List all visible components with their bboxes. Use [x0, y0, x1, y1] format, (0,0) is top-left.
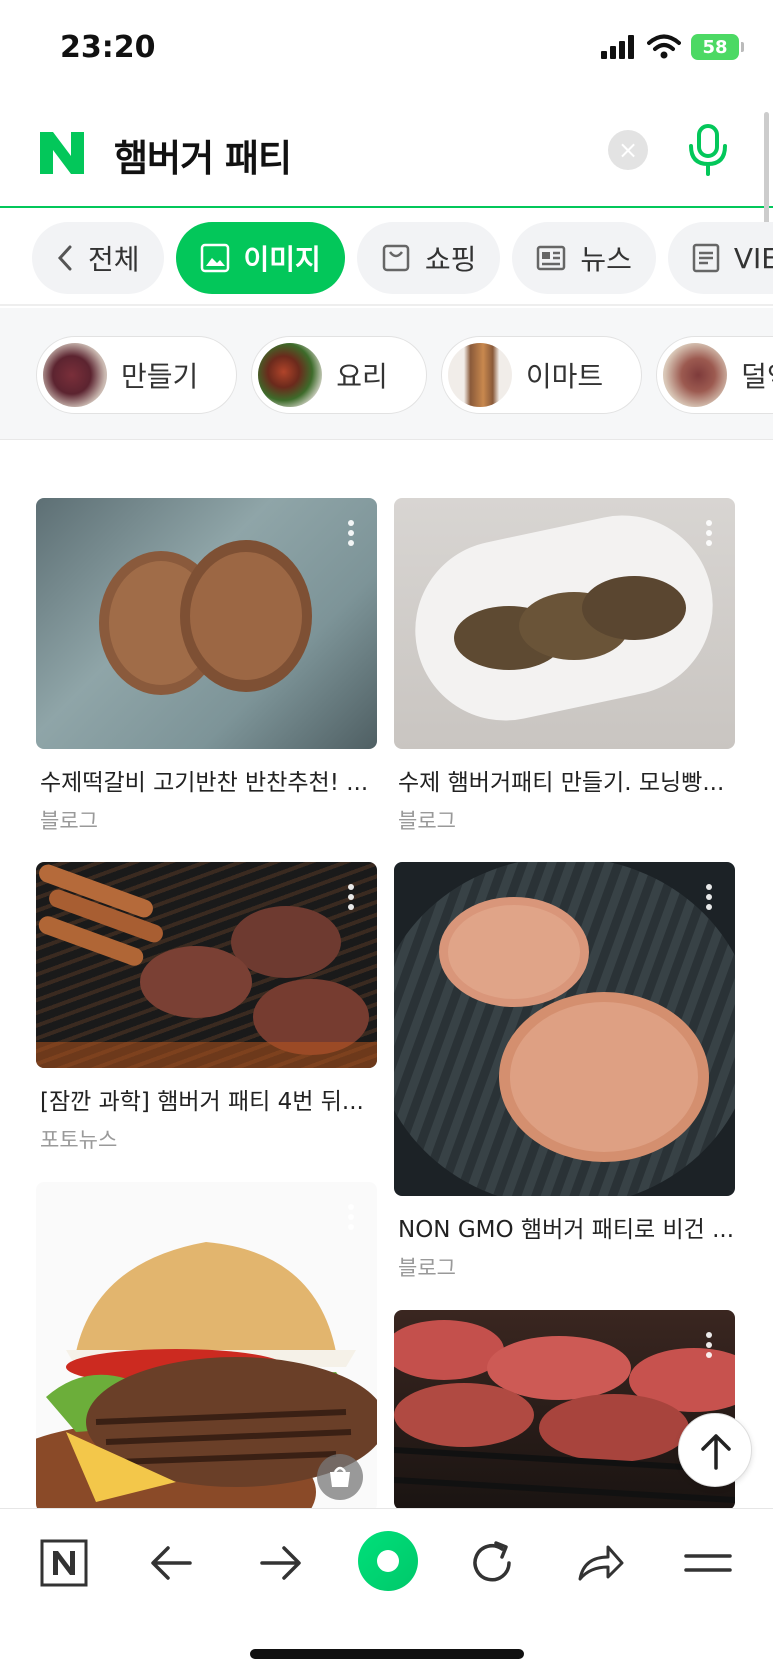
more-options-icon[interactable] — [705, 884, 713, 914]
chevron-left-icon — [57, 245, 72, 271]
back-arrow-icon[interactable] — [142, 1533, 202, 1593]
tab-shopping-label: 쇼핑 — [424, 243, 477, 276]
related-keywords: 만들기 요리 이마트 덜익음 — [0, 308, 773, 440]
result-title[interactable]: 수제떡갈비 고기반찬 반찬추천! ... — [36, 763, 377, 797]
chip-undercooked[interactable]: 덜익음 — [656, 336, 773, 414]
result-card[interactable]: NON GMO 햄버거 패티로 비건 ... 블로그 — [394, 862, 735, 1282]
more-options-icon[interactable] — [705, 1332, 713, 1362]
share-icon[interactable] — [570, 1533, 630, 1593]
status-time: 23:20 — [60, 30, 156, 65]
signal-icon — [601, 35, 634, 59]
grill-illustration — [36, 864, 377, 1068]
chip-thumbnail — [258, 343, 323, 407]
tab-news[interactable]: 뉴스 — [512, 222, 656, 294]
tab-view-label: VIEW — [733, 241, 773, 275]
result-title[interactable]: [잠깐 과학] 햄버거 패티 4번 뒤... — [36, 1082, 377, 1116]
tab-images[interactable]: 이미지 — [175, 222, 345, 294]
microphone-icon[interactable] — [684, 122, 732, 178]
result-card[interactable]: 수제 햄버거패티 만들기. 모닝빵... 블로그 — [394, 498, 735, 835]
chip-thumbnail — [447, 343, 512, 407]
naver-home-icon[interactable] — [34, 1533, 94, 1593]
arrow-up-icon — [701, 1434, 731, 1470]
result-source: 블로그 — [40, 809, 98, 833]
tab-view[interactable]: VIEW — [667, 222, 773, 294]
patty-illustration — [415, 515, 713, 721]
result-title[interactable]: NON GMO 햄버거 패티로 비건 ... — [394, 1210, 735, 1244]
result-card[interactable] — [36, 1182, 377, 1508]
search-input[interactable]: 햄버거 패티 — [114, 128, 292, 182]
result-title[interactable]: 수제 햄버거패티 만들기. 모닝빵... — [394, 763, 735, 797]
image-icon — [200, 243, 229, 273]
more-options-icon[interactable] — [705, 520, 713, 550]
search-bar: 햄버거 패티 × — [0, 100, 773, 208]
result-image[interactable] — [394, 862, 735, 1196]
result-source: 블로그 — [398, 809, 456, 833]
shopping-bag-icon — [382, 244, 410, 272]
naver-logo-icon[interactable] — [36, 128, 88, 178]
news-icon — [537, 245, 566, 271]
chip-thumbnail — [663, 343, 728, 407]
chip-cooking[interactable]: 요리 — [251, 336, 427, 414]
grill-pan-illustration — [394, 862, 735, 1196]
battery-icon: 58 — [691, 34, 744, 60]
refresh-icon[interactable] — [462, 1533, 522, 1593]
clear-search-button[interactable]: × — [608, 130, 648, 170]
document-icon — [692, 243, 720, 273]
patty-illustration — [99, 540, 312, 695]
chip-label: 만들기 — [121, 360, 199, 393]
home-indicator — [250, 1649, 524, 1659]
chip-label: 덜익음 — [741, 360, 773, 393]
more-options-icon[interactable] — [347, 1204, 355, 1234]
more-options-icon[interactable] — [347, 884, 355, 914]
wifi-icon — [647, 34, 681, 59]
forward-arrow-icon[interactable] — [250, 1533, 310, 1593]
chip-thumbnail — [43, 343, 107, 407]
browser-toolbar — [0, 1508, 773, 1673]
chip-label: 요리 — [336, 360, 388, 393]
tab-all[interactable]: 전체 — [32, 222, 164, 294]
chip-label: 이마트 — [525, 360, 604, 393]
green-dot-icon[interactable] — [356, 1529, 420, 1593]
tab-images-label: 이미지 — [243, 243, 321, 276]
result-source: 포토뉴스 — [40, 1128, 118, 1152]
result-card[interactable]: [잠깐 과학] 햄버거 패티 4번 뒤... 포토뉴스 — [36, 862, 377, 1154]
more-options-icon[interactable] — [347, 520, 355, 550]
result-image[interactable] — [36, 862, 377, 1068]
menu-icon[interactable] — [678, 1533, 738, 1593]
scroll-to-top-button[interactable] — [678, 1413, 752, 1487]
shopping-bag-icon[interactable] — [317, 1454, 363, 1500]
status-bar: 23:20 58 — [0, 0, 773, 100]
result-image[interactable] — [36, 1182, 377, 1508]
tab-shopping[interactable]: 쇼핑 — [356, 222, 501, 294]
tab-news-label: 뉴스 — [580, 243, 632, 276]
result-image[interactable] — [36, 498, 377, 749]
chip-emart[interactable]: 이마트 — [440, 336, 643, 414]
result-source: 블로그 — [398, 1256, 456, 1280]
search-tabs: 전체 이미지 쇼핑 뉴스 VIEW — [0, 210, 773, 306]
image-results-grid: 수제떡갈비 고기반찬 반찬추천! ... 블로그 수제 햄버거패티 만들기. 모… — [0, 440, 773, 1508]
result-card[interactable]: 수제떡갈비 고기반찬 반찬추천! ... 블로그 — [36, 498, 377, 835]
result-image[interactable] — [394, 498, 735, 749]
chip-making[interactable]: 만들기 — [36, 336, 238, 414]
battery-level: 58 — [702, 36, 728, 58]
status-icons: 58 — [601, 34, 744, 60]
tab-all-label: 전체 — [88, 243, 140, 276]
